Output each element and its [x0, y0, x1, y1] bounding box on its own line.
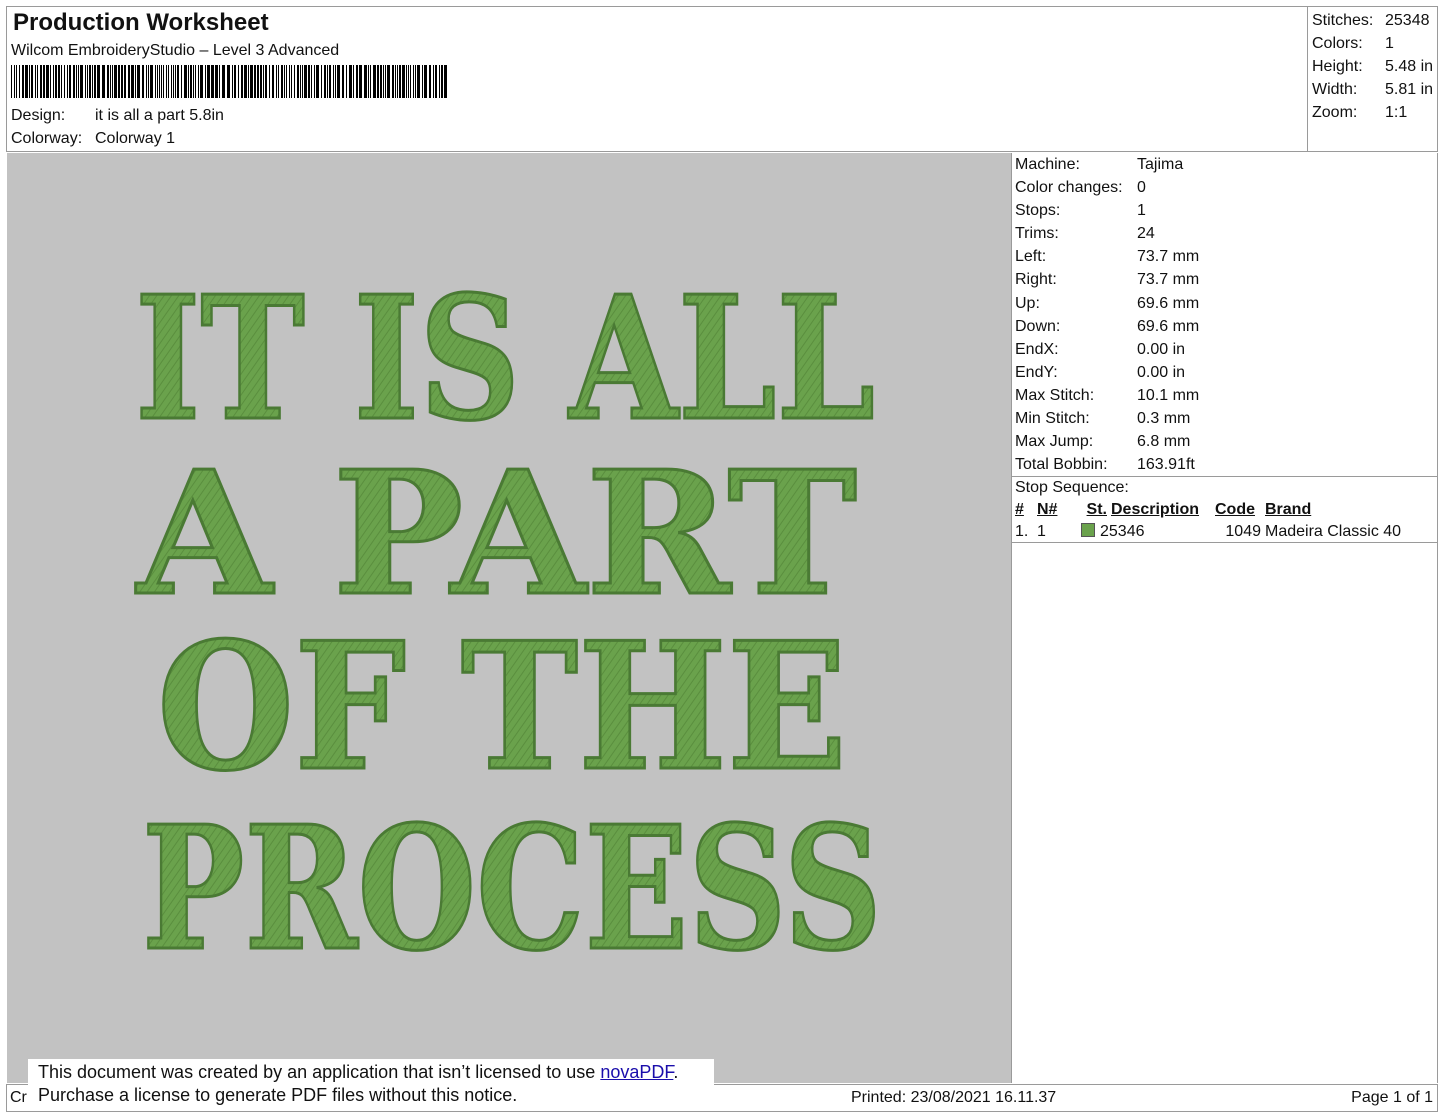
- table-header-row: # N# St. Description Code Brand: [1015, 501, 1312, 519]
- stat-width: Width: 5.81 in: [1312, 81, 1434, 98]
- info-row: Trims: 24: [1015, 225, 1155, 243]
- machine-info-panel: Machine: Tajima Color changes: 0 Stops: 1 T…: [1011, 153, 1438, 1083]
- info-row: Right: 73.7 mm: [1015, 271, 1200, 289]
- info-row: Total Bobbin: 163.91ft: [1015, 456, 1195, 474]
- stop-sequence-table: # N# St. Description Code Brand 1. 1 253…: [1015, 499, 1405, 543]
- barcode-image: [11, 65, 447, 98]
- divider: [1012, 542, 1437, 543]
- info-row: EndX: 0.00 in: [1015, 340, 1186, 358]
- design-line-1: IT IS ALL: [135, 259, 875, 459]
- software-name: Wilcom EmbroideryStudio – Level 3 Advanc…: [11, 42, 340, 59]
- colorway-label: Colorway:: [11, 130, 83, 147]
- license-notice: This document was created by an applicat…: [28, 1059, 714, 1111]
- printed-date: Printed: 23/08/2021 16.11.37: [851, 1089, 1057, 1106]
- worksheet-header: Production Worksheet Wilcom EmbroiderySt…: [6, 6, 1438, 152]
- stats-panel: Stitches: 25348 Colors: 1 Height: 5.48 in W…: [1307, 7, 1439, 151]
- design-label: Design:: [11, 107, 66, 124]
- novapdf-link[interactable]: novaPDF: [600, 1062, 673, 1082]
- embroidery-design: IT IS ALL A PART OF THE PROCESS: [133, 258, 883, 991]
- info-row: Stops: 1: [1015, 202, 1146, 220]
- stat-height: Height: 5.48 in: [1312, 58, 1434, 75]
- design-row: Design: it is all a part 5.8in: [11, 107, 224, 125]
- page-title: Production Worksheet: [13, 9, 269, 36]
- footer-left-text: Cr: [10, 1089, 27, 1106]
- stat-colors: Colors: 1: [1312, 35, 1394, 52]
- stop-sequence-label: Stop Sequence:: [1015, 479, 1129, 497]
- table-row: 1. 1 25346 1049 Madeira Classic 40: [1015, 523, 1402, 541]
- design-value: it is all a part 5.8in: [95, 107, 224, 124]
- info-row: Max Jump: 6.8 mm: [1015, 433, 1191, 451]
- colorway-value: Colorway 1: [95, 130, 176, 147]
- stat-zoom: Zoom: 1:1: [1312, 104, 1408, 121]
- thread-color-swatch: [1081, 523, 1095, 538]
- design-line-4: PROCESS: [142, 789, 882, 989]
- design-line-3: OF THE: [157, 605, 847, 810]
- design-preview: IT IS ALL A PART OF THE PROCESS: [7, 153, 1011, 1083]
- info-row: Max Stitch: 10.1 mm: [1015, 386, 1200, 404]
- info-row: Machine: Tajima: [1015, 156, 1184, 173]
- page-number: Page 1 of 1: [1351, 1089, 1433, 1106]
- stat-stitches: Stitches: 25348: [1312, 12, 1430, 29]
- info-row: EndY: 0.00 in: [1015, 363, 1186, 381]
- info-row: Up: 69.6 mm: [1015, 294, 1200, 312]
- info-row: Down: 69.6 mm: [1015, 317, 1200, 335]
- info-row: Left: 73.7 mm: [1015, 248, 1200, 266]
- info-row: Color changes: 0: [1015, 179, 1146, 197]
- info-row: Min Stitch: 0.3 mm: [1015, 410, 1191, 428]
- design-line-2: A PART: [135, 434, 857, 634]
- colorway-row: Colorway: Colorway 1: [11, 130, 175, 148]
